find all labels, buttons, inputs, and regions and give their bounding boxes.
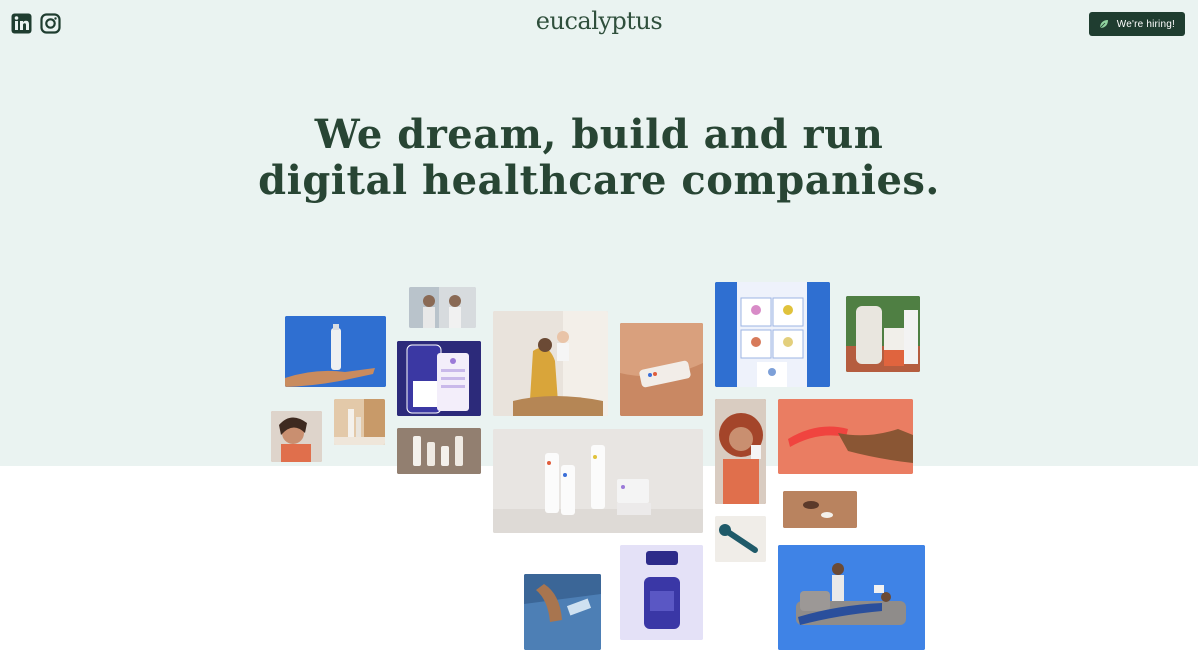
photo-wand-device	[715, 516, 766, 562]
hiring-button-label: We're hiring!	[1116, 18, 1175, 30]
hero-headline: We dream, build and run digital healthca…	[0, 112, 1198, 204]
logo[interactable]: eucalyptus	[0, 7, 1198, 35]
photo-skin-patch	[620, 323, 703, 416]
photo-product-vases	[846, 296, 920, 372]
photo-hand-bottle	[285, 316, 386, 387]
photo-face-cream	[783, 491, 857, 528]
photo-woman-smiling	[271, 411, 322, 462]
photo-supplement-jar	[620, 545, 703, 640]
photo-couple-sofa	[778, 545, 925, 650]
photo-hand-device	[778, 399, 913, 474]
photo-jeans-pocket	[524, 574, 601, 650]
photo-mirror	[409, 287, 476, 328]
top-bar: eucalyptus We're hiring!	[0, 0, 1198, 48]
photo-app-grid	[715, 282, 830, 387]
photo-app-screens	[397, 341, 481, 416]
leaf-icon	[1099, 20, 1108, 29]
hero-headline-line2: digital healthcare companies.	[258, 157, 940, 204]
photo-product-line	[397, 428, 481, 474]
logo-text: eucalyptus	[535, 7, 663, 35]
hiring-button[interactable]: We're hiring!	[1088, 12, 1185, 36]
photo-skincare-range	[493, 429, 703, 533]
photo-shelf-products	[334, 399, 385, 445]
photo-mother-baby	[493, 311, 608, 416]
photo-woman-curly-hair	[715, 399, 766, 504]
hero-headline-line1: We dream, build and run	[314, 111, 884, 158]
